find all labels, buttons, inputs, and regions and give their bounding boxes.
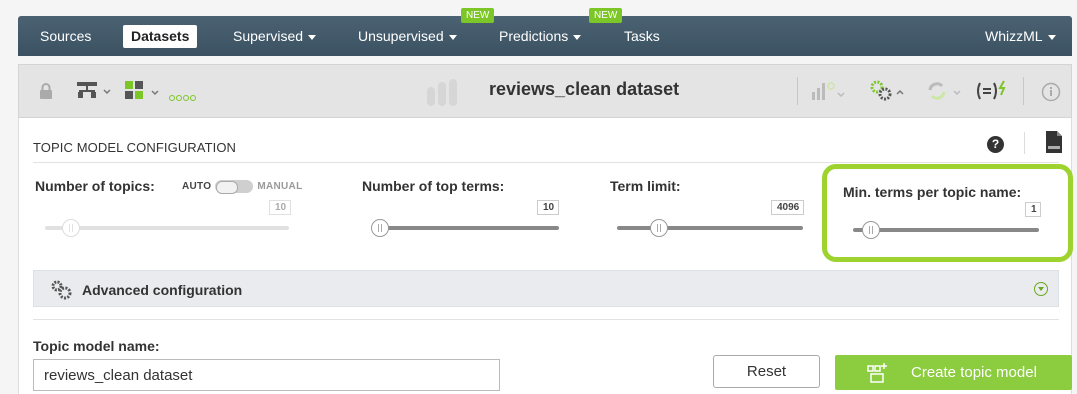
section-title: TOPIC MODEL CONFIGURATION (33, 140, 237, 155)
auto-manual-toggle[interactable]: AUTO MANUAL (182, 180, 303, 194)
num-topics-label: Number of topics: (35, 178, 155, 194)
nav-unsupervised-label: Unsupervised (358, 28, 444, 44)
configure-dataset-icon[interactable] (124, 80, 164, 102)
divider (33, 319, 1059, 320)
topic-model-panel: TOPIC MODEL CONFIGURATION ? Number of to… (18, 118, 1073, 394)
divider (33, 162, 1059, 163)
term-limit-value[interactable]: 4096 (771, 200, 804, 215)
resource-toolbar: reviews_clean dataset (18, 64, 1072, 118)
topic-model-name-input[interactable] (33, 359, 500, 391)
term-limit-slider[interactable] (617, 226, 803, 230)
nav-supervised[interactable]: Supervised (233, 16, 317, 56)
nav-predictions[interactable]: Predictions (499, 16, 582, 56)
min-terms-slider[interactable] (853, 228, 1039, 232)
workflow-icon[interactable] (927, 80, 963, 102)
top-terms-slider-handle[interactable] (371, 219, 389, 237)
progress-dots-icon (169, 88, 197, 106)
term-limit-slider-handle[interactable] (650, 219, 668, 237)
num-topics-value[interactable]: 10 (269, 200, 291, 215)
help-icon[interactable]: ? (987, 136, 1004, 153)
lock-icon[interactable] (39, 83, 53, 100)
nav-unsupervised[interactable]: Unsupervised (358, 16, 457, 56)
new-badge: NEW (589, 8, 623, 23)
num-topics-slider[interactable] (45, 226, 289, 230)
pdf-icon[interactable] (1046, 131, 1062, 153)
gears-icon (51, 280, 72, 300)
create-topic-model-label: Create topic model (911, 364, 1037, 381)
term-limit-label: Term limit: (610, 178, 681, 194)
chevron-down-icon (1047, 34, 1056, 40)
nav-supervised-label: Supervised (233, 28, 304, 44)
nav-tasks[interactable]: Tasks (624, 16, 660, 56)
nav-whizzml-label: WhizzML (985, 28, 1043, 44)
new-badge: NEW (461, 8, 495, 23)
models-gears-icon[interactable] (869, 79, 905, 103)
chevron-down-icon (308, 34, 317, 40)
nav-sources[interactable]: Sources (40, 16, 91, 56)
nav-whizzml[interactable]: WhizzML (985, 16, 1056, 56)
nav-datasets[interactable]: Datasets (123, 25, 198, 48)
manual-label: MANUAL (257, 181, 303, 193)
topic-model-icon (867, 363, 887, 383)
min-terms-label: Min. terms per topic name: (843, 184, 1022, 200)
create-topic-model-button[interactable]: Create topic model (835, 355, 1072, 390)
advanced-configuration-bar[interactable]: Advanced configuration (33, 270, 1059, 307)
top-nav: Sources Datasets Supervised Unsupervised… (18, 8, 1072, 56)
whizzml-script-icon[interactable] (974, 79, 1014, 103)
min-terms-slider-handle[interactable] (862, 221, 880, 239)
top-terms-value[interactable]: 10 (537, 200, 559, 215)
min-terms-value[interactable]: 1 (1025, 202, 1041, 217)
page-title: reviews_clean dataset (489, 79, 680, 99)
top-terms-slider[interactable] (371, 226, 559, 230)
nav-predictions-label: Predictions (499, 28, 569, 44)
chevron-down-circle-icon[interactable] (1034, 282, 1048, 296)
advanced-configuration-label: Advanced configuration (82, 282, 243, 298)
toggle-switch[interactable] (215, 180, 254, 194)
info-icon[interactable] (1041, 82, 1061, 102)
topic-model-name-label: Topic model name: (33, 338, 160, 354)
chevron-down-icon (448, 34, 457, 40)
fields-tree-icon[interactable] (77, 81, 113, 101)
top-terms-label: Number of top terms: (362, 178, 505, 194)
reset-button[interactable]: Reset (713, 355, 820, 388)
num-topics-slider-handle[interactable] (62, 219, 80, 237)
histogram-icon[interactable] (811, 80, 847, 102)
chevron-down-icon (573, 34, 582, 40)
dataset-logo-icon (427, 79, 457, 106)
auto-label: AUTO (182, 181, 212, 193)
